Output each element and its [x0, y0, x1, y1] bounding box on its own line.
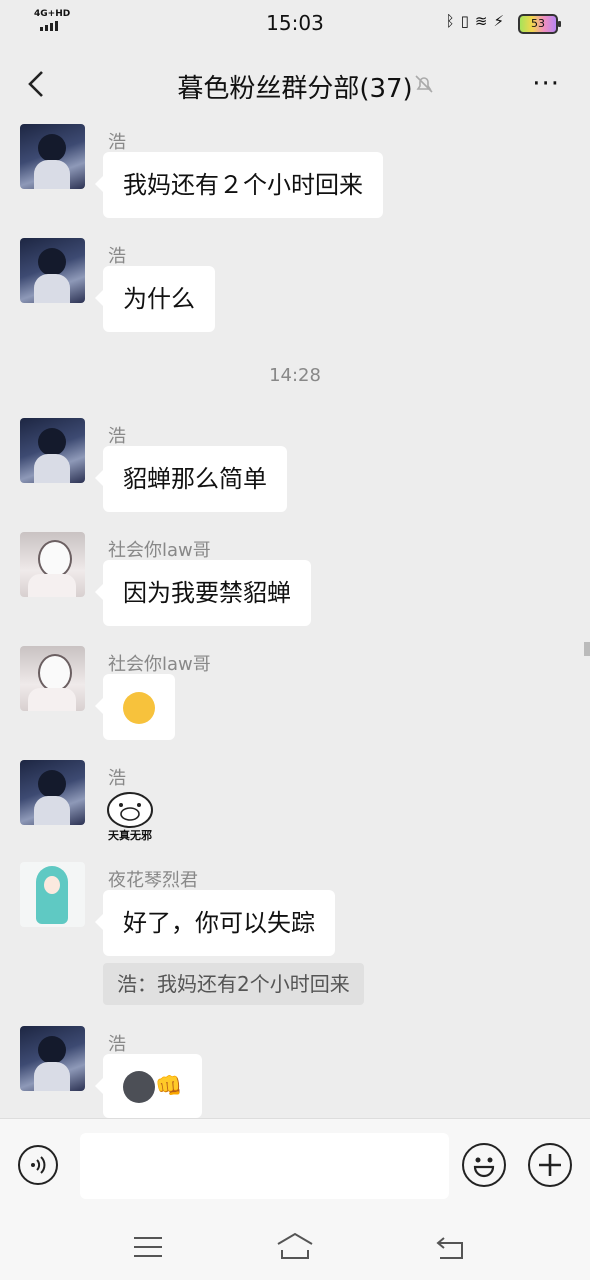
input-bar	[0, 1118, 590, 1215]
sender-name: 浩	[108, 132, 126, 153]
sender-name: 浩	[108, 426, 126, 447]
status-icons: ᛒ▯≋⚡	[446, 12, 510, 30]
avatar[interactable]	[20, 532, 85, 597]
fist-emoji: 👊	[155, 1074, 183, 1099]
back-nav-icon[interactable]	[430, 1230, 470, 1264]
sticker-caption: 天真无邪	[108, 829, 152, 842]
message-bubble[interactable]: 为什么	[95, 266, 215, 332]
message-bubble[interactable]: 我妈还有２个小时回来	[95, 152, 383, 218]
home-icon[interactable]	[275, 1230, 315, 1264]
plus-icon	[539, 1154, 561, 1176]
avatar[interactable]	[20, 862, 85, 927]
vibrate-icon: ▯	[460, 12, 475, 30]
voice-input-button[interactable]	[18, 1145, 58, 1185]
menu-icon[interactable]	[128, 1230, 168, 1264]
sender-name: 社会你law哥	[108, 654, 211, 675]
battery-icon: 53	[518, 14, 561, 34]
chat-header: 暮色粉丝群分部(37) ···	[0, 44, 590, 124]
chat-title: 暮色粉丝群分部(37)	[177, 74, 413, 104]
quoted-message[interactable]: 浩：我妈还有2个小时回来	[103, 963, 364, 1005]
sender-name: 浩	[108, 768, 126, 789]
message-bubble[interactable]: 好了，你可以失踪	[95, 890, 335, 956]
sticker-image[interactable]: 天真无邪	[103, 788, 157, 842]
plus-button[interactable]	[528, 1143, 572, 1187]
bluetooth-icon: ᛒ	[445, 12, 461, 30]
dark-moon-emoji-icon	[123, 1071, 155, 1103]
avatar[interactable]	[20, 238, 85, 303]
avatar[interactable]	[20, 124, 85, 189]
message-bubble[interactable]	[95, 674, 175, 740]
voice-icon	[31, 1156, 46, 1174]
sender-name: 社会你law哥	[108, 540, 211, 561]
avatar[interactable]	[20, 760, 85, 825]
message-bubble[interactable]: 貂蝉那么简单	[95, 446, 287, 512]
mute-bell-icon	[415, 75, 433, 93]
message-input[interactable]	[80, 1133, 449, 1199]
scroll-indicator[interactable]	[584, 642, 590, 656]
sender-name: 浩	[108, 246, 126, 267]
avatar[interactable]	[20, 1026, 85, 1091]
time-separator: 14:28	[269, 365, 321, 386]
system-nav-bar	[0, 1214, 590, 1280]
emoji-button[interactable]	[462, 1143, 506, 1187]
smiley-icon	[473, 1157, 495, 1178]
sender-name: 浩	[108, 1034, 126, 1055]
sender-name: 夜花琴烈君	[108, 870, 198, 891]
message-bubble[interactable]: 👊	[94, 1054, 203, 1118]
smile-emoji-icon	[123, 692, 155, 724]
message-bubble[interactable]: 因为我要禁貂蝉	[95, 560, 311, 626]
charging-icon: ⚡	[493, 12, 510, 30]
pig-face-icon	[107, 792, 153, 828]
avatar[interactable]	[20, 418, 85, 483]
wifi-icon: ≋	[474, 12, 494, 30]
avatar[interactable]	[20, 646, 85, 711]
more-options-button[interactable]: ···	[532, 69, 560, 99]
status-bar: 4G+HD 15:03 ᛒ▯≋⚡ 53	[0, 0, 590, 44]
